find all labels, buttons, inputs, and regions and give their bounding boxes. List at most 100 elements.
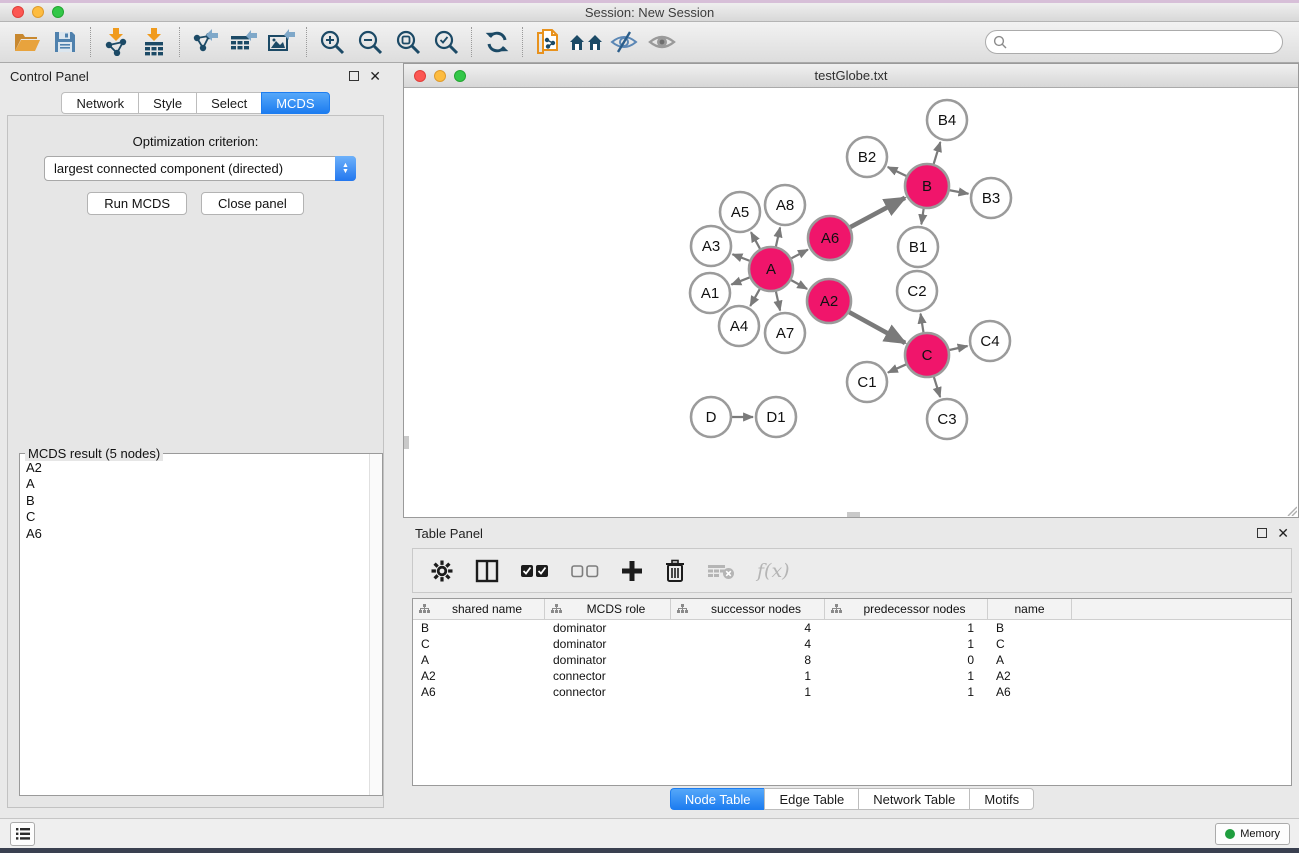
tab-select[interactable]: Select: [196, 92, 261, 114]
search-input[interactable]: [985, 30, 1283, 54]
criterion-dropdown[interactable]: largest connected component (directed) ▲…: [44, 156, 356, 181]
edge-C-C1[interactable]: [888, 364, 906, 372]
new-network-from-selection-icon[interactable]: [529, 25, 567, 59]
column-header-name[interactable]: name: [988, 599, 1072, 619]
function-builder-icon: f(x): [757, 560, 790, 582]
memory-button[interactable]: Memory: [1215, 823, 1290, 845]
zoom-out-icon[interactable]: [351, 25, 389, 59]
add-icon[interactable]: [621, 560, 643, 582]
zoom-selected-icon[interactable]: [427, 25, 465, 59]
close-window-button[interactable]: [12, 6, 24, 18]
tab-network[interactable]: Network: [61, 92, 138, 114]
horizontal-scroll-indicator[interactable]: [847, 512, 860, 517]
edge-B-B2[interactable]: [888, 167, 907, 176]
control-panel-title: Control Panel: [10, 69, 89, 84]
column-header-MCDS-role[interactable]: MCDS role: [545, 599, 671, 619]
edge-A-A7[interactable]: [776, 291, 780, 310]
first-neighbors-icon[interactable]: [567, 25, 605, 59]
dropdown-stepper-icon: ▲▼: [335, 156, 356, 181]
close-panel-button[interactable]: Close panel: [201, 192, 304, 215]
export-image-icon[interactable]: [262, 25, 300, 59]
result-item[interactable]: B: [26, 493, 369, 509]
result-item[interactable]: A6: [26, 526, 369, 542]
result-item[interactable]: A2: [26, 460, 369, 476]
table-cell: 1: [671, 685, 825, 699]
network-window-title: testGlobe.txt: [815, 68, 888, 83]
column-header-successor-nodes[interactable]: successor nodes: [671, 599, 825, 619]
vertical-scroll-indicator[interactable]: [404, 436, 409, 449]
table-row[interactable]: Bdominator41B: [413, 620, 1291, 636]
desktop-background-strip: [0, 848, 1299, 853]
edge-A-A3[interactable]: [732, 254, 749, 261]
edge-A-A8[interactable]: [776, 227, 780, 246]
export-network-icon[interactable]: [186, 25, 224, 59]
edge-C-C4[interactable]: [949, 346, 967, 350]
node-table[interactable]: shared nameMCDS role successor nodesprede…: [412, 598, 1292, 786]
toolbar-separator: [522, 27, 523, 57]
run-mcds-button[interactable]: Run MCDS: [87, 192, 187, 215]
edge-A-A4[interactable]: [750, 289, 759, 306]
import-table-icon[interactable]: [135, 25, 173, 59]
edge-A2-C[interactable]: [849, 312, 905, 343]
edge-C-C2[interactable]: [921, 314, 924, 333]
result-scrollbar[interactable]: [369, 454, 382, 795]
table-cell: A: [988, 653, 1072, 667]
column-header-predecessor-nodes[interactable]: predecessor nodes: [825, 599, 988, 619]
network-canvas[interactable]: B4B2BB3A5A8A6A3AB1A1A2C2A4A7C4CC1C3DD1: [404, 88, 1298, 517]
edge-A-A5[interactable]: [751, 232, 760, 249]
edge-A6-B[interactable]: [850, 198, 905, 227]
table-row[interactable]: Cdominator41C: [413, 636, 1291, 652]
deselect-all-icon[interactable]: [571, 564, 599, 578]
network-window-titlebar[interactable]: testGlobe.txt: [404, 64, 1298, 88]
result-item[interactable]: A: [26, 476, 369, 492]
table-row[interactable]: Adominator80A: [413, 652, 1291, 668]
close-table-panel-icon[interactable]: ✕: [1277, 528, 1289, 538]
network-view-window: testGlobe.txt B4B2BB3A5A8A6A3AB1A1A2C2A4…: [403, 63, 1299, 518]
tab-edge-table[interactable]: Edge Table: [764, 788, 858, 810]
table-panel: Table Panel ✕ f(x) shared nameMCDS rol: [405, 520, 1299, 815]
zoom-in-icon[interactable]: [313, 25, 351, 59]
table-row[interactable]: A6connector11A6: [413, 684, 1291, 700]
resize-grip-icon[interactable]: [1285, 504, 1297, 516]
node-label-B: B: [922, 178, 932, 195]
close-panel-icon[interactable]: ✕: [369, 71, 381, 81]
show-all-icon[interactable]: [643, 25, 681, 59]
hide-selected-icon[interactable]: [605, 25, 643, 59]
network-graph[interactable]: B4B2BB3A5A8A6A3AB1A1A2C2A4A7C4CC1C3DD1: [404, 88, 1298, 517]
tab-style[interactable]: Style: [138, 92, 196, 114]
edge-A-A6[interactable]: [791, 250, 808, 259]
edge-B-B3[interactable]: [950, 190, 969, 194]
table-row[interactable]: A2connector11A2: [413, 668, 1291, 684]
edge-B-B4[interactable]: [934, 142, 941, 164]
edge-A-A1[interactable]: [731, 277, 749, 284]
table-settings-icon[interactable]: [431, 560, 453, 582]
open-file-icon[interactable]: [8, 25, 46, 59]
tab-mcds[interactable]: MCDS: [261, 92, 329, 114]
edge-B-B1[interactable]: [921, 209, 923, 224]
zoom-fit-icon[interactable]: [389, 25, 427, 59]
result-item[interactable]: C: [26, 509, 369, 525]
tab-network-table[interactable]: Network Table: [858, 788, 969, 810]
edge-A-A2[interactable]: [791, 280, 807, 289]
save-session-icon[interactable]: [46, 25, 84, 59]
minimize-window-button[interactable]: [32, 6, 44, 18]
network-maximize-button[interactable]: [454, 70, 466, 82]
tab-motifs[interactable]: Motifs: [969, 788, 1034, 810]
column-visibility-icon[interactable]: [475, 559, 499, 583]
edge-C-C3[interactable]: [934, 377, 940, 397]
select-all-icon[interactable]: [521, 564, 549, 578]
table-cell: A2: [988, 669, 1072, 683]
network-minimize-button[interactable]: [434, 70, 446, 82]
network-close-button[interactable]: [414, 70, 426, 82]
column-header-shared-name[interactable]: shared name: [413, 599, 545, 619]
delete-icon[interactable]: [665, 559, 685, 583]
import-network-icon[interactable]: [97, 25, 135, 59]
maximize-window-button[interactable]: [52, 6, 64, 18]
task-history-button[interactable]: [10, 822, 35, 846]
column-label: successor nodes: [688, 602, 824, 616]
refresh-icon[interactable]: [478, 25, 516, 59]
export-table-icon[interactable]: [224, 25, 262, 59]
float-table-panel-icon[interactable]: [1257, 528, 1267, 538]
tab-node-table[interactable]: Node Table: [670, 788, 765, 810]
float-panel-icon[interactable]: [349, 71, 359, 81]
